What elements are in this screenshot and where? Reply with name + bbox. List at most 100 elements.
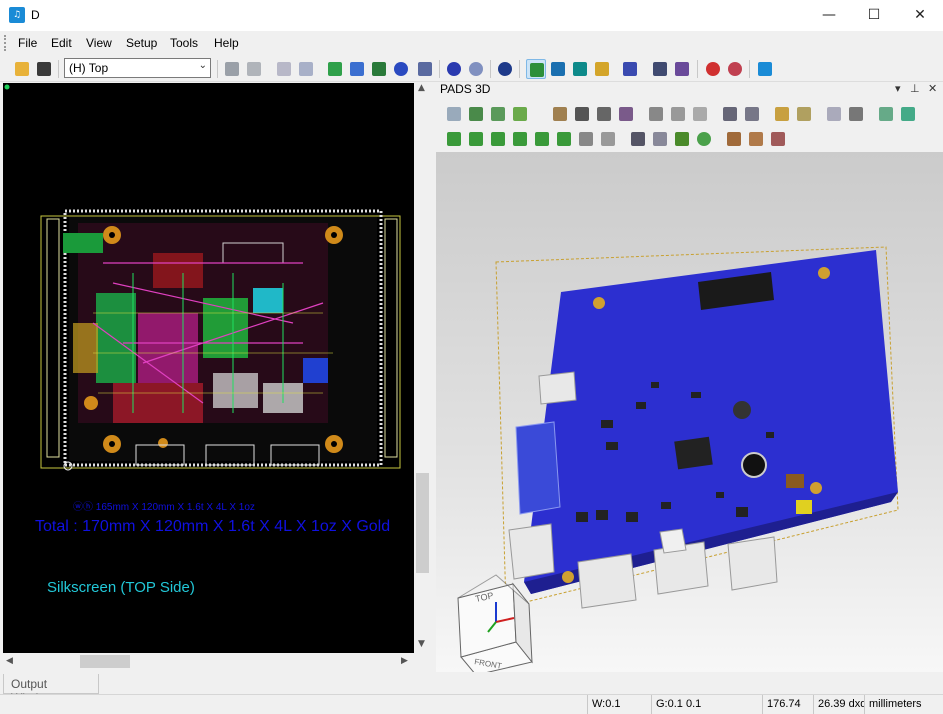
distance-icon [827,107,841,121]
scroll-thumb[interactable] [416,473,429,573]
menu-bar: File Edit View Setup Tools Help [0,33,943,53]
pointer-button[interactable] [650,129,670,149]
chip-button[interactable] [572,104,592,124]
toolbar-separator [490,60,491,78]
clip2-button[interactable] [746,129,766,149]
measure-clear-button[interactable] [794,104,814,124]
clip-button[interactable] [724,129,744,149]
reset-view-button[interactable] [694,129,714,149]
view-iso-button[interactable] [444,129,464,149]
print-button[interactable] [742,104,762,124]
find2-button[interactable] [725,59,745,79]
trace-button[interactable] [391,59,411,79]
pin-icon[interactable]: ⊥ [910,82,920,95]
mechanical-button[interactable] [616,104,636,124]
highlight-button[interactable] [672,129,692,149]
redo-button[interactable] [466,59,486,79]
layers3d-alt-button[interactable] [668,104,688,124]
properties-button[interactable] [222,59,242,79]
pads3d-title: PADS 3D [440,82,491,96]
select-icon [530,63,544,77]
menu-setup[interactable]: Setup [126,36,157,50]
scroll-down-icon[interactable]: ▼ [418,639,425,649]
fit-button[interactable] [628,129,648,149]
undo-button[interactable] [444,59,464,79]
refresh-button[interactable] [244,59,264,79]
settings3d-button[interactable] [550,104,570,124]
scroll-thumb[interactable] [80,655,130,668]
layers3d-button[interactable] [646,104,666,124]
view-bottom-button[interactable] [576,129,596,149]
layer-dropdown[interactable]: (H) Top ⌄ [64,58,211,78]
clip2-icon [749,132,763,146]
menu-view[interactable]: View [86,36,112,50]
close-button[interactable]: ✕ [897,0,943,31]
pcb-vertical-scrollbar[interactable]: ▲ ▼ [414,83,431,653]
verify-button[interactable] [620,59,640,79]
chart-button[interactable] [755,59,775,79]
status-width: W:0.1 [587,695,651,714]
zoom-button[interactable] [495,59,515,79]
spin-button[interactable] [510,104,530,124]
board-size-small: ⓦⓗ 165mm X 120mm X 1.6t X 4L X 1oz [73,501,255,513]
save-button[interactable] [34,59,54,79]
view-back-button[interactable] [554,129,574,149]
output-window-tab[interactable]: Output Window [3,674,99,705]
window-button[interactable] [650,59,670,79]
open-button[interactable] [12,59,32,79]
find-button[interactable] [703,59,723,79]
pin-dropdown-icon[interactable]: ▾ [895,82,901,95]
pcb-layout-view[interactable]: ⓦⓗ 165mm X 120mm X 1.6t X 4L X 1oz Total… [3,83,414,653]
menu-help[interactable]: Help [214,36,239,50]
warning-button[interactable] [846,104,866,124]
brush-button[interactable] [592,59,612,79]
report-button[interactable] [876,104,896,124]
chart-icon [758,62,772,76]
view-left-button[interactable] [532,129,552,149]
board-button[interactable] [369,59,389,79]
pan-button[interactable] [444,104,464,124]
layer2-icon [299,62,313,76]
cube-back-icon [557,132,571,146]
distance-button[interactable] [824,104,844,124]
brush-icon [595,62,609,76]
pan-icon [447,107,461,121]
panel-button[interactable] [672,59,692,79]
view-top-button[interactable] [466,129,486,149]
view-flip-button[interactable] [598,129,618,149]
properties-icon [225,62,239,76]
preview-button[interactable] [720,104,740,124]
pads3d-viewport[interactable]: TOP FRONT [436,152,943,672]
menu-file[interactable]: File [18,36,37,50]
route-button[interactable] [325,59,345,79]
layers3d-alt2-button[interactable] [690,104,710,124]
components-button[interactable] [594,104,614,124]
view3d-alt-button[interactable] [570,59,590,79]
rotate-button[interactable] [466,104,486,124]
measure-button[interactable] [772,104,792,124]
bus-button[interactable] [347,59,367,79]
layer2-button[interactable] [296,59,316,79]
layer-button[interactable] [274,59,294,79]
clip-icon [727,132,741,146]
undo-icon [447,62,461,76]
orbit-button[interactable] [488,104,508,124]
snap-button[interactable] [415,59,435,79]
check-button[interactable] [898,104,918,124]
scroll-left-icon[interactable]: ◀ [6,656,13,666]
menu-edit[interactable]: Edit [51,36,72,50]
maximize-button[interactable]: ☐ [851,0,897,31]
menu-tools[interactable]: Tools [170,36,198,50]
pcb-horizontal-scrollbar[interactable]: ◀ ▶ [3,653,414,670]
view3d-button[interactable] [548,59,568,79]
clip3-button[interactable] [768,129,788,149]
panel-close-icon[interactable]: ✕ [928,82,937,95]
view-front-button[interactable] [488,129,508,149]
select-mode-button[interactable] [526,59,546,79]
view-right-button[interactable] [510,129,530,149]
scroll-right-icon[interactable]: ▶ [401,656,408,666]
chevron-down-icon: ⌄ [198,60,207,71]
scroll-up-icon[interactable]: ▲ [418,83,425,93]
minimize-button[interactable]: — [806,0,852,31]
view-cube[interactable]: TOP FRONT [457,574,533,672]
